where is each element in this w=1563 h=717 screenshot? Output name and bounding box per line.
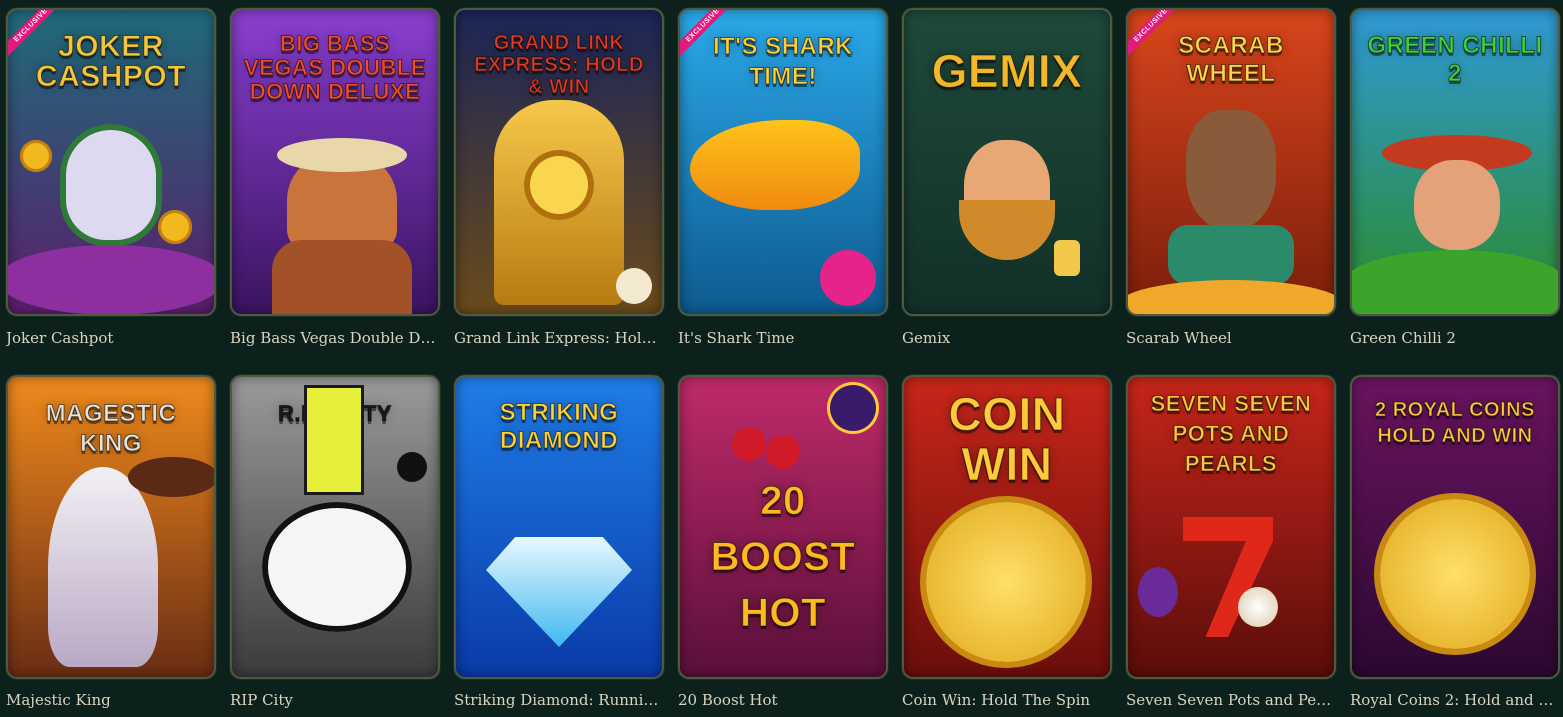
eight-ball-icon: [397, 452, 427, 482]
crown-coin-icon: [926, 502, 1086, 662]
line-boost-icon: [830, 385, 876, 431]
thumbnail-title: Joker Cashpot: [35, 30, 187, 93]
cherry-icon: [766, 435, 800, 469]
thumbnail-title: 2 Royal Coins Hold and Win: [1375, 399, 1535, 448]
game-title[interactable]: Coin Win: Hold The Spin: [902, 691, 1110, 709]
game-thumbnail[interactable]: Seven Seven Pots and Pearls: [1126, 375, 1336, 679]
shark-art: [690, 120, 860, 210]
collar-art: [1168, 225, 1294, 285]
crown-coin-icon: [1380, 499, 1530, 649]
game-tile[interactable]: 20 Boost Hot 20 Boost Hot: [678, 365, 888, 717]
lantern-icon: [1054, 240, 1080, 276]
game-thumbnail[interactable]: EXCLUSIVE Joker Cashpot: [6, 8, 216, 316]
game-title[interactable]: RIP City: [230, 691, 438, 709]
tree-art: [128, 457, 214, 497]
game-tile[interactable]: EXCLUSIVE Joker Cashpot Joker Cashpot: [6, 0, 216, 365]
games-grid: EXCLUSIVE Joker Cashpot Joker Cashpot Bi…: [0, 0, 1563, 717]
table-art: [8, 245, 214, 314]
mexican-man-art: [1414, 160, 1500, 250]
thumbnail-title: Big Bass Vegas Double Down Deluxe: [243, 31, 427, 104]
thumbnail-title: Grand Link Express: Hold & Win: [474, 32, 644, 99]
game-title[interactable]: Joker Cashpot: [6, 329, 214, 347]
game-thumbnail[interactable]: Gemix: [902, 8, 1112, 316]
beard-art: [959, 200, 1055, 260]
game-title[interactable]: It's Shark Time: [678, 329, 886, 347]
thumbnail-title: Seven Seven Pots and Pearls: [1150, 391, 1312, 477]
game-title[interactable]: Striking Diamond: Running ...: [454, 691, 662, 709]
lion-art: [48, 467, 158, 667]
game-title[interactable]: Royal Coins 2: Hold and Win: [1350, 691, 1558, 709]
cat-art: [1186, 110, 1276, 230]
game-title[interactable]: 20 Boost Hot: [678, 691, 886, 709]
game-tile[interactable]: R.I.P. City RIP City: [230, 365, 440, 717]
game-thumbnail[interactable]: 2 Royal Coins Hold and Win: [1350, 375, 1560, 679]
game-thumbnail[interactable]: EXCLUSIVE It's Shark Time!: [678, 8, 888, 316]
coin-icon: [20, 140, 52, 172]
game-title[interactable]: Scarab Wheel: [1126, 329, 1334, 347]
joker-art: [66, 130, 156, 240]
thumbnail-title: Coin Win: [948, 388, 1066, 490]
buy-bonus-icon: [820, 250, 876, 306]
game-title[interactable]: Gemix: [902, 329, 1110, 347]
cat-face-art: [262, 502, 412, 632]
game-tile[interactable]: Seven Seven Pots and Pearls Seven Seven …: [1126, 365, 1336, 717]
cowboy-hat-icon: [277, 138, 407, 172]
game-title[interactable]: Seven Seven Pots and Pearls: [1126, 691, 1334, 709]
thumbnail-title: Striking Diamond: [499, 399, 619, 455]
game-tile[interactable]: Big Bass Vegas Double Down Deluxe Big Ba…: [230, 0, 440, 365]
game-tile[interactable]: EXCLUSIVE It's Shark Time! It's Shark Ti…: [678, 0, 888, 365]
dollar-coin-icon: [524, 150, 594, 220]
pearl-icon: [1238, 587, 1278, 627]
game-tile[interactable]: Gemix Gemix: [902, 0, 1112, 365]
game-title[interactable]: Majestic King: [6, 691, 214, 709]
game-tile[interactable]: Green Chilli 2 Green Chilli 2: [1350, 0, 1560, 365]
game-tile[interactable]: Magestic King Majestic King: [6, 365, 216, 717]
game-thumbnail[interactable]: Green Chilli 2: [1350, 8, 1560, 316]
game-tile[interactable]: Striking Diamond Striking Diamond: Runni…: [454, 365, 664, 717]
thumbnail-title: Scarab Wheel: [1178, 32, 1284, 88]
game-tile[interactable]: Grand Link Express: Hold & Win Grand Lin…: [454, 0, 664, 365]
cross-icon: [304, 385, 364, 495]
cherry-icon: [732, 427, 766, 461]
chilli-pile-art: [1352, 250, 1558, 314]
coin-icon: [158, 210, 192, 244]
diamond-icon: [486, 537, 632, 647]
jackpot-hunt-icon: [616, 268, 652, 304]
thumbnail-title: Magestic King: [45, 400, 177, 458]
game-tile[interactable]: 2 Royal Coins Hold and Win Royal Coins 2…: [1350, 365, 1560, 717]
game-thumbnail[interactable]: EXCLUSIVE Scarab Wheel: [1126, 8, 1336, 316]
thumbnail-title: 20 Boost Hot: [710, 479, 856, 636]
game-thumbnail[interactable]: Big Bass Vegas Double Down Deluxe: [230, 8, 440, 316]
game-thumbnail[interactable]: R.I.P. City: [230, 375, 440, 679]
thumbnail-title: Green Chilli 2: [1367, 32, 1543, 88]
game-tile[interactable]: Coin Win Coin Win: Hold The Spin: [902, 365, 1112, 717]
game-thumbnail[interactable]: 20 Boost Hot: [678, 375, 888, 679]
game-thumbnail[interactable]: Magestic King: [6, 375, 216, 679]
grapes-icon: [1138, 567, 1178, 617]
gold-pile-art: [1128, 280, 1334, 314]
game-thumbnail[interactable]: Grand Link Express: Hold & Win: [454, 8, 664, 316]
thumbnail-title: It's Shark Time!: [712, 33, 854, 91]
game-thumbnail[interactable]: Coin Win: [902, 375, 1112, 679]
body-art: [272, 240, 412, 314]
game-thumbnail[interactable]: Striking Diamond: [454, 375, 664, 679]
game-tile[interactable]: EXCLUSIVE Scarab Wheel Scarab Wheel: [1126, 0, 1336, 365]
game-title[interactable]: Green Chilli 2: [1350, 329, 1558, 347]
game-title[interactable]: Grand Link Express: Hold &...: [454, 329, 662, 347]
thumbnail-title: Gemix: [931, 45, 1083, 97]
game-title[interactable]: Big Bass Vegas Double Dow...: [230, 329, 438, 347]
